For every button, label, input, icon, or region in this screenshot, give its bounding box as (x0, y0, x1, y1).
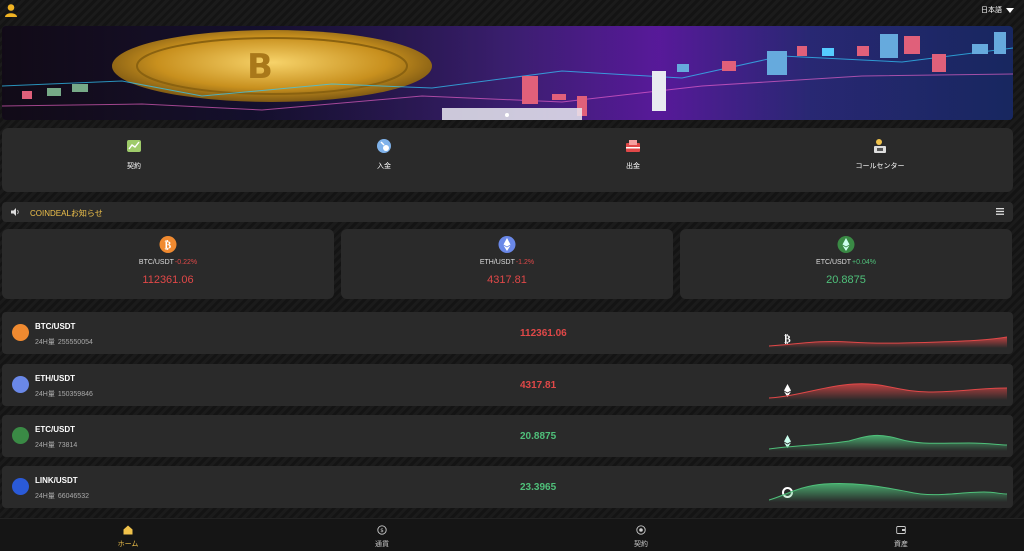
nav-label: 契約 (634, 541, 648, 548)
ethereum-classic-icon (12, 427, 791, 448)
quick-action-support[interactable]: コールセンター (754, 128, 1006, 192)
deposit-icon (377, 139, 391, 153)
market-price: 4317.81 (520, 380, 557, 391)
market-volume: 24H量 255550054 (35, 339, 93, 346)
bottom-navigation: ホーム $ 通貨 契約 資産 (0, 518, 1024, 551)
market-volume: 24H量 66046532 (35, 493, 89, 500)
ticker-card-btc[interactable]: ₿ BTC/USDT-0.22% 112361.06 (2, 229, 334, 299)
carousel-indicator[interactable] (505, 113, 509, 117)
language-label: 日本語 (981, 7, 1002, 14)
nav-home[interactable]: ホーム (0, 519, 256, 551)
bitcoin-icon: ₿ (159, 236, 177, 253)
ethereum-classic-icon (837, 236, 855, 253)
announcement-text: COINDEALお知らせ (30, 209, 103, 218)
ticker-price: 4317.81 (487, 274, 527, 286)
speaker-icon (11, 208, 19, 216)
announcement-bar[interactable]: COINDEALお知らせ (2, 202, 1013, 222)
nav-label: ホーム (117, 541, 139, 548)
promo-banner[interactable]: B (2, 26, 1013, 120)
menu-icon[interactable] (996, 208, 1004, 215)
top-bar: 日本語 (0, 0, 1024, 22)
market-price: 20.8875 (520, 431, 557, 442)
market-volume: 24H量 73814 (35, 442, 78, 449)
support-icon (874, 139, 886, 153)
quick-action-label: 出金 (626, 163, 640, 170)
ticker-change: -1.2% (515, 259, 535, 266)
user-icon[interactable] (4, 3, 18, 17)
ticker-price: 20.8875 (826, 274, 866, 286)
quick-action-withdraw[interactable]: 出金 (507, 128, 759, 192)
market-pair: BTC/USDT (35, 322, 76, 331)
quick-action-contract[interactable]: 契約 (8, 128, 260, 192)
quick-actions: 契約 入金 出金 コールセンター (2, 128, 1013, 192)
chainlink-icon (12, 478, 793, 498)
nav-assets[interactable]: 資産 (773, 519, 1024, 551)
ticker-pair: ETC/USDT+0.04% (816, 259, 876, 266)
nav-currency[interactable]: $ 通貨 (254, 519, 510, 551)
bitcoin-banner-image: B (2, 26, 1013, 120)
ticker-price: 112361.06 (142, 274, 194, 286)
quick-action-label: 入金 (377, 163, 391, 170)
chart-icon (127, 140, 141, 152)
sparkline-chart (769, 482, 1007, 502)
market-price: 112361.06 (520, 328, 567, 339)
market-pair: ETC/USDT (35, 425, 75, 434)
ticker-card-etc[interactable]: ETC/USDT+0.04% 20.8875 (680, 229, 1012, 299)
quick-action-label: コールセンター (855, 163, 905, 170)
market-row-btc[interactable]: ₿ BTC/USDT 24H量 255550054 112361.06 (2, 312, 1013, 354)
market-price: 23.3965 (520, 482, 557, 493)
market-row-eth[interactable]: ETH/USDT 24H量 150359846 4317.81 (2, 364, 1013, 406)
language-selector[interactable]: 日本語 (981, 5, 1014, 15)
currency-icon: $ (377, 525, 387, 535)
ticker-change: +0.04% (852, 259, 876, 266)
ticker-pair: BTC/USDT-0.22% (138, 259, 198, 266)
market-pair: LINK/USDT (35, 476, 78, 485)
market-row-etc[interactable]: ETC/USDT 24H量 73814 20.8875 (2, 415, 1013, 457)
svg-text:B: B (247, 47, 273, 87)
quick-action-label: 契約 (127, 163, 141, 170)
market-pair: ETH/USDT (35, 374, 75, 383)
nav-label: 資産 (894, 541, 908, 548)
ethereum-icon (498, 236, 516, 253)
sparkline-chart (769, 383, 1007, 400)
svg-text:₿: ₿ (165, 240, 172, 252)
ticker-card-eth[interactable]: ETH/USDT-1.2% 4317.81 (341, 229, 673, 299)
sparkline-chart (769, 336, 1007, 348)
quick-action-deposit[interactable]: 入金 (258, 128, 510, 192)
nav-label: 通貨 (375, 541, 389, 548)
market-row-link[interactable]: LINK/USDT 24H量 66046532 23.3965 (2, 466, 1013, 508)
nav-contract[interactable]: 契約 (513, 519, 769, 551)
home-icon (123, 525, 133, 535)
bitcoin-icon: ₿ (12, 324, 791, 346)
withdraw-icon (626, 140, 640, 152)
contract-icon (636, 525, 646, 535)
caret-down-icon (1006, 7, 1014, 13)
ticker-pair: ETH/USDT-1.2% (479, 259, 535, 266)
sparkline-chart (769, 434, 1007, 451)
market-volume: 24H量 150359846 (35, 391, 93, 398)
ethereum-icon (12, 376, 791, 397)
ticker-change: -0.22% (174, 259, 198, 266)
wallet-icon (896, 526, 906, 534)
svg-text:$: $ (380, 528, 384, 534)
